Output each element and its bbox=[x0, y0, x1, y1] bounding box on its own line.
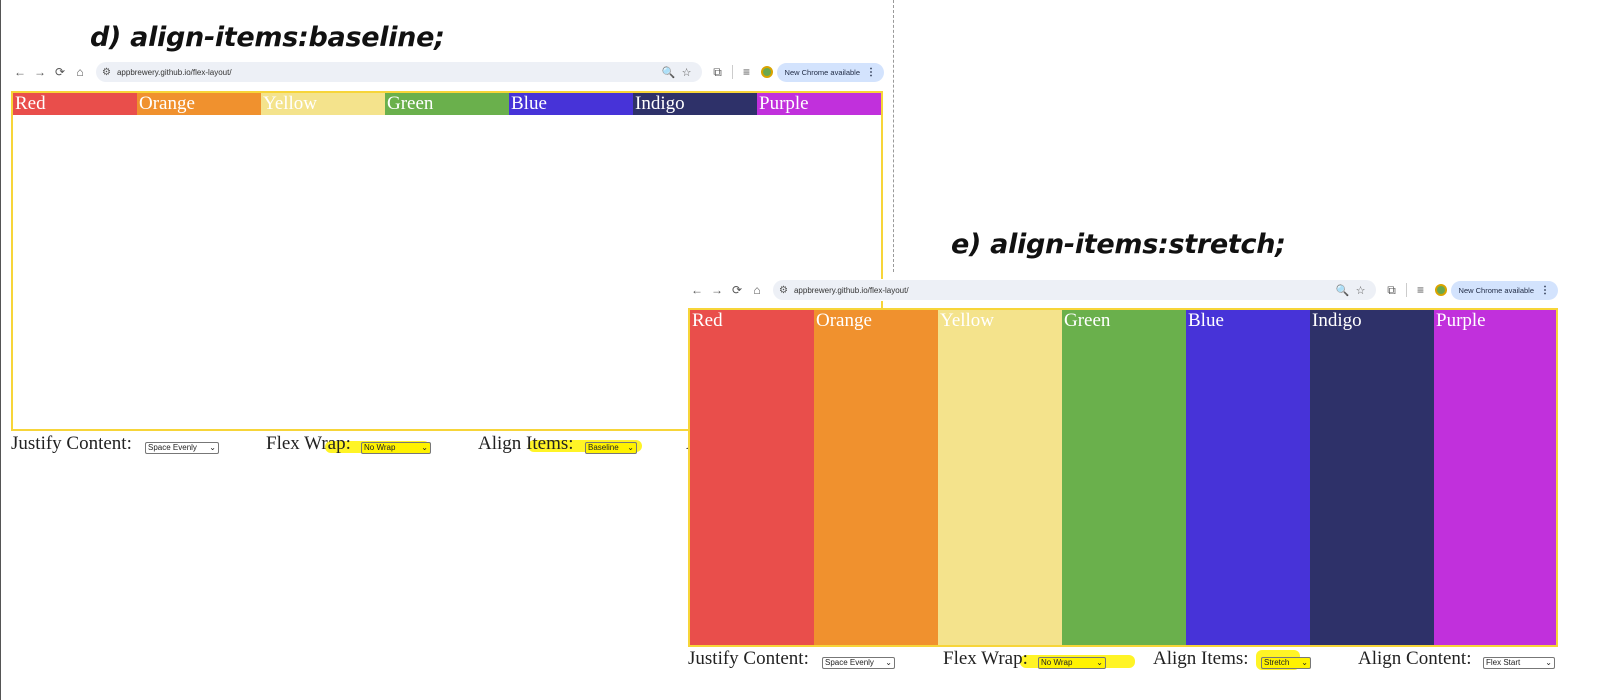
chevron-down-icon: ⌄ bbox=[1096, 658, 1103, 667]
chevron-down-icon: ⌄ bbox=[1545, 658, 1552, 667]
bookmark-star-icon[interactable]: ☆ bbox=[678, 66, 696, 79]
forward-arrow-icon[interactable]: → bbox=[30, 65, 50, 79]
address-bar[interactable]: ⚙ appbrewery.github.io/flex-layout/ 🔍 ☆ bbox=[773, 280, 1376, 300]
home-icon[interactable]: ⌂ bbox=[70, 65, 90, 79]
box-orange: Orange bbox=[814, 310, 938, 645]
align-content-select[interactable]: Flex Start ⌄ bbox=[1483, 657, 1555, 669]
divider-dashed bbox=[893, 0, 894, 272]
controls-row-d: Justify Content: Space Evenly ⌄ Flex Wrap… bbox=[11, 433, 700, 455]
box-green: Green bbox=[1062, 310, 1186, 645]
align-content-label: Align Content: bbox=[1358, 648, 1472, 669]
flex-wrap-label: Flex Wrap: bbox=[266, 433, 351, 454]
box-indigo: Indigo bbox=[1310, 310, 1434, 645]
site-settings-icon[interactable]: ⚙ bbox=[102, 67, 111, 78]
chevron-down-icon: ⌄ bbox=[209, 443, 216, 452]
heading-align-baseline: d) align-items:baseline; bbox=[90, 22, 445, 53]
flex-wrap-value: No Wrap bbox=[364, 443, 396, 452]
address-bar[interactable]: ⚙ appbrewery.github.io/flex-layout/ 🔍 ☆ bbox=[96, 62, 702, 82]
box-blue: Blue bbox=[509, 93, 633, 115]
align-items-value: Stretch bbox=[1264, 658, 1290, 667]
home-icon[interactable]: ⌂ bbox=[747, 283, 767, 297]
back-arrow-icon[interactable]: ← bbox=[10, 65, 30, 79]
justify-content-label: Justify Content: bbox=[688, 648, 809, 669]
box-purple: Purple bbox=[757, 93, 881, 115]
profile-avatar-icon[interactable] bbox=[760, 66, 773, 78]
align-items-value: Baseline bbox=[588, 443, 619, 452]
zoom-icon[interactable]: 🔍 bbox=[660, 66, 678, 79]
flex-wrap-select[interactable]: No Wrap ⌄ bbox=[1038, 657, 1106, 669]
reload-icon[interactable]: ⟳ bbox=[50, 65, 70, 79]
chevron-down-icon: ⌄ bbox=[885, 658, 892, 667]
flex-row-d: Red Orange Yellow Green Blue Indigo Purp… bbox=[13, 93, 881, 115]
justify-content-value: Space Evenly bbox=[148, 443, 197, 452]
box-yellow: Yellow bbox=[938, 310, 1062, 645]
browser-toolbar-d: ← → ⟳ ⌂ ⚙ appbrewery.github.io/flex-layo… bbox=[10, 61, 884, 83]
chrome-update-label: New Chrome available bbox=[784, 67, 860, 77]
chrome-update-pill[interactable]: New Chrome available ⋮ bbox=[1450, 280, 1558, 300]
chevron-down-icon: ⌄ bbox=[627, 443, 634, 452]
reload-icon[interactable]: ⟳ bbox=[727, 283, 747, 297]
align-items-label: Align Items: bbox=[478, 433, 574, 454]
flex-wrap-select[interactable]: No Wrap ⌄ bbox=[361, 442, 431, 454]
justify-content-select[interactable]: Space Evenly ⌄ bbox=[822, 657, 895, 669]
box-purple: Purple bbox=[1434, 310, 1556, 645]
forward-arrow-icon[interactable]: → bbox=[707, 283, 727, 297]
box-red: Red bbox=[13, 93, 137, 115]
zoom-icon[interactable]: 🔍 bbox=[1334, 284, 1352, 297]
align-content-value: Flex Start bbox=[1486, 658, 1521, 667]
flex-container-e: Red Orange Yellow Green Blue Indigo Purp… bbox=[688, 308, 1558, 647]
profile-avatar-icon[interactable] bbox=[1434, 284, 1447, 296]
media-queue-icon[interactable]: ≡ bbox=[1411, 283, 1431, 297]
box-blue: Blue bbox=[1186, 310, 1310, 645]
box-green: Green bbox=[385, 93, 509, 115]
url-text[interactable]: appbrewery.github.io/flex-layout/ bbox=[794, 286, 1334, 295]
site-settings-icon[interactable]: ⚙ bbox=[779, 285, 788, 296]
justify-content-value: Space Evenly bbox=[825, 658, 874, 667]
toolbar-separator bbox=[1405, 283, 1407, 297]
left-edge-rule bbox=[0, 0, 1, 700]
align-items-label: Align Items: bbox=[1153, 648, 1249, 669]
bookmark-star-icon[interactable]: ☆ bbox=[1352, 284, 1370, 297]
flex-row-e: Red Orange Yellow Green Blue Indigo Purp… bbox=[690, 310, 1556, 645]
chevron-down-icon: ⌄ bbox=[421, 443, 428, 452]
flex-wrap-label: Flex Wrap: bbox=[943, 648, 1028, 669]
media-queue-icon[interactable]: ≡ bbox=[737, 65, 757, 79]
chrome-update-pill[interactable]: New Chrome available ⋮ bbox=[776, 62, 884, 82]
chrome-update-label: New Chrome available bbox=[1458, 285, 1534, 295]
extensions-icon[interactable]: ⧉ bbox=[708, 65, 728, 80]
kebab-menu-icon[interactable]: ⋮ bbox=[866, 67, 876, 78]
chevron-down-icon: ⌄ bbox=[1301, 658, 1308, 667]
heading-align-stretch: e) align-items:stretch; bbox=[951, 229, 1286, 260]
box-indigo: Indigo bbox=[633, 93, 757, 115]
justify-content-label: Justify Content: bbox=[11, 433, 132, 454]
align-items-select[interactable]: Stretch ⌄ bbox=[1261, 657, 1311, 669]
url-text[interactable]: appbrewery.github.io/flex-layout/ bbox=[117, 68, 660, 77]
controls-row-e: Justify Content: Space Evenly ⌄ Flex Wrap… bbox=[688, 648, 1558, 670]
box-orange: Orange bbox=[137, 93, 261, 115]
back-arrow-icon[interactable]: ← bbox=[687, 283, 707, 297]
justify-content-select[interactable]: Space Evenly ⌄ bbox=[145, 442, 219, 454]
flex-wrap-value: No Wrap bbox=[1041, 658, 1073, 667]
toolbar-separator bbox=[731, 65, 733, 79]
browser-toolbar-e: ← → ⟳ ⌂ ⚙ appbrewery.github.io/flex-layo… bbox=[687, 279, 1558, 301]
box-red: Red bbox=[690, 310, 814, 645]
extensions-icon[interactable]: ⧉ bbox=[1382, 283, 1402, 298]
box-yellow: Yellow bbox=[261, 93, 385, 115]
kebab-menu-icon[interactable]: ⋮ bbox=[1540, 285, 1550, 296]
align-items-select[interactable]: Baseline ⌄ bbox=[585, 442, 637, 454]
